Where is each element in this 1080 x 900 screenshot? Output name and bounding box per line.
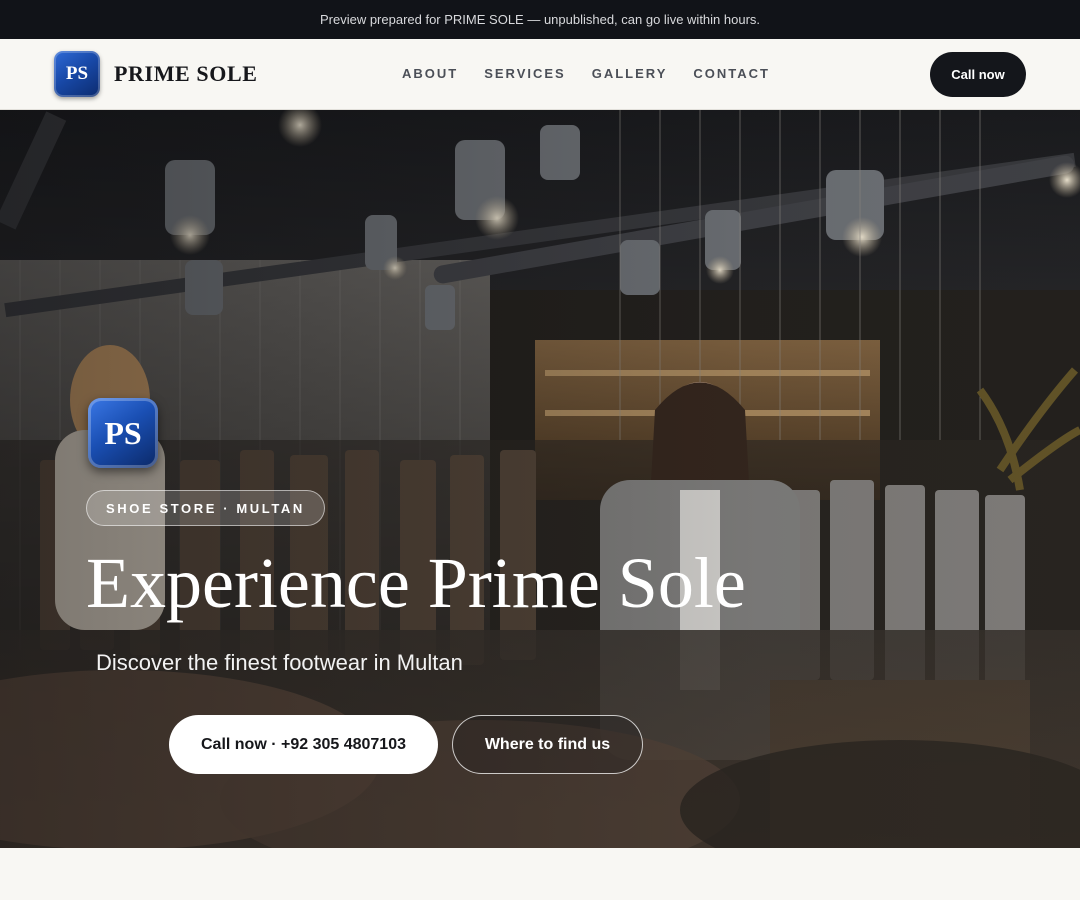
preview-banner-text: Preview prepared for PRIME SOLE — unpubl… — [319, 12, 761, 27]
hero-section: PS SHOE STORE · MULTAN Experience Prime … — [0, 110, 1080, 848]
preview-banner: Preview prepared for PRIME SOLE — unpubl… — [0, 0, 1080, 39]
nav-link-contact[interactable]: CONTACT — [693, 66, 770, 81]
hero-logo-badge: PS — [88, 398, 158, 468]
hero-title: Experience Prime Sole — [86, 543, 746, 623]
hero-subtitle: Discover the finest footwear in Multan — [96, 650, 463, 675]
site-header: PS PRIME SOLE ABOUT SERVICES GALLERY CON… — [0, 39, 1080, 110]
call-phone-button[interactable]: Call now · +92 305 4807103 — [169, 715, 438, 774]
hero-logo-initials: PS — [104, 414, 142, 451]
category-location-tag: SHOE STORE · MULTAN — [86, 490, 325, 526]
brand-name[interactable]: PRIME SOLE — [114, 61, 258, 87]
nav-link-about[interactable]: ABOUT — [402, 66, 458, 81]
logo-badge[interactable]: PS — [54, 51, 100, 97]
find-location-button[interactable]: Where to find us — [452, 715, 643, 774]
nav-link-services[interactable]: SERVICES — [484, 66, 566, 81]
logo-initials: PS — [65, 63, 89, 84]
call-now-button[interactable]: Call now — [930, 52, 1026, 97]
main-menu: ABOUT SERVICES GALLERY CONTACT — [402, 66, 796, 81]
nav-link-gallery[interactable]: GALLERY — [592, 66, 668, 81]
